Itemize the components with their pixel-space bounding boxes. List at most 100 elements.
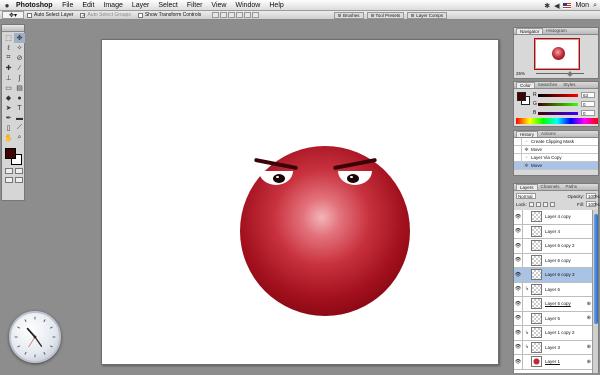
align-top-icon[interactable] [212,12,220,18]
type-tool-icon[interactable]: T [14,103,25,113]
layers-scrollbar[interactable] [592,210,598,373]
eye-icon[interactable]: 👁 [514,268,523,282]
layer-name[interactable]: Layer 3 [545,345,560,350]
blue-slider[interactable] [538,111,578,115]
dodge-tool-icon[interactable]: ● [14,93,25,103]
eye-icon[interactable]: 👁 [514,355,523,369]
align-bottom-icon[interactable] [228,12,236,18]
standard-mode-icon[interactable] [5,168,13,174]
layer-name[interactable]: Layer 4 [545,229,560,234]
menu-help[interactable]: Help [265,2,288,9]
tab-actions[interactable]: Actions [538,131,559,137]
volume-icon[interactable]: ◀ [554,2,559,10]
well-tab-layer-comps[interactable]: Layer Comps [407,12,448,19]
lock-transparent-icon[interactable] [528,201,534,207]
tab-channels[interactable]: Channels [538,184,563,190]
layer-row[interactable]: 👁 Layer 1 ⊛ [514,355,594,370]
lock-all-icon[interactable] [549,201,555,207]
history-item[interactable]: ▫ Create Clipping Mask [514,137,598,146]
menu-layer[interactable]: Layer [127,2,154,9]
layer-thumbnail[interactable] [531,254,542,266]
eraser-tool-icon[interactable]: ▭ [3,83,14,93]
tab-paths[interactable]: Paths [563,184,581,190]
history-brush-slot[interactable] [514,137,522,146]
auto-select-groups-option[interactable]: Auto Select Groups [80,12,131,18]
green-slider[interactable] [538,102,578,106]
marquee-tool-icon[interactable]: ⬚ [3,33,14,43]
history-item-selected[interactable]: ✥ Move [514,161,598,170]
layer-row[interactable]: 👁 Layer 4 [514,224,594,239]
apple-icon[interactable]: ● [0,1,14,10]
eye-icon[interactable]: 👁 [514,282,523,296]
green-value-field[interactable]: 0 [581,101,595,107]
history-item[interactable]: ✥ Move [514,145,598,154]
pen-tool-icon[interactable]: ✒ [3,113,14,123]
layer-thumbnail[interactable] [531,240,542,252]
menu-app-name[interactable]: Photoshop [14,2,58,9]
eye-icon[interactable]: 👁 [514,253,523,267]
red-slider[interactable] [538,93,578,97]
notes-tool-icon[interactable]: ▯ [3,123,14,133]
auto-select-groups-checkbox[interactable] [80,12,86,18]
color-spectrum-bar[interactable] [516,118,598,124]
blue-value-field[interactable]: 0 [581,110,595,116]
layer-thumbnail[interactable] [531,269,542,281]
tab-swatches[interactable]: Swatches [535,82,561,88]
layer-effects-icon[interactable]: ⊛ [587,359,591,365]
align-middle-icon[interactable] [220,12,228,18]
navigator-zoom-value[interactable]: 25% [516,71,525,76]
layer-name[interactable]: Layer 6 [545,287,560,292]
layer-thumbnail[interactable] [531,211,542,223]
layer-effects-icon[interactable]: ⊛ [587,301,591,307]
layer-row[interactable]: 👁 ↳ Layer 1 copy 2 [514,326,594,341]
screen-mode-standard-icon[interactable] [5,177,13,183]
red-value-field[interactable]: 63 [581,92,595,98]
spotlight-icon[interactable]: ⌕ [593,2,597,10]
lock-image-icon[interactable] [535,201,541,207]
layer-row[interactable]: 👁 Layer 6 copy 3 [514,268,594,283]
zoom-tool-icon[interactable]: ⌕ [14,133,25,143]
magic-wand-tool-icon[interactable]: ✧ [14,43,25,53]
slice-tool-icon[interactable]: ⊘ [14,53,25,63]
layer-thumbnail[interactable] [531,298,542,310]
tab-layers[interactable]: Layers [516,184,538,190]
layer-thumbnail[interactable] [531,341,542,353]
layer-effects-icon[interactable]: ⊛ [587,315,591,321]
layer-name[interactable]: Layer 6 copy 2 [545,243,575,248]
eye-icon[interactable]: 👁 [514,224,523,238]
move-tool-icon[interactable]: ✥ [14,33,25,43]
layer-thumbnail[interactable] [531,283,542,295]
eye-icon[interactable]: 👁 [514,340,523,354]
eye-icon[interactable]: 👁 [514,210,523,224]
eye-icon[interactable]: 👁 [514,311,523,325]
layer-row[interactable]: 👁 ↳ Layer 6 [514,282,594,297]
menu-edit[interactable]: Edit [78,2,99,9]
layer-name[interactable]: Layer 1 [545,359,560,364]
menu-image[interactable]: Image [99,2,127,9]
eye-icon[interactable]: 👁 [514,326,523,340]
shape-tool-icon[interactable]: ▬ [14,113,25,123]
layer-row[interactable]: 👁 Layer 6 copy 2 [514,239,594,254]
align-center-icon[interactable] [244,12,252,18]
history-brush-tool-icon[interactable]: ∫ [14,73,25,83]
well-tab-tool-presets[interactable]: Tool Presets [366,12,405,19]
layer-row[interactable]: 👁 Layer 5 copy ⊛ [514,297,594,312]
tab-history[interactable]: History [516,131,539,137]
eye-icon[interactable]: 👁 [514,239,523,253]
layer-thumbnail[interactable] [531,356,542,368]
tab-styles[interactable]: Styles [560,82,578,88]
align-left-icon[interactable] [236,12,244,18]
layers-scroll-thumb[interactable] [594,214,598,324]
menu-select[interactable]: Select [154,2,182,9]
eye-icon[interactable]: 👁 [514,297,523,311]
layer-thumbnail[interactable] [531,225,542,237]
tab-histogram[interactable]: Histogram [543,28,570,34]
history-brush-slot[interactable] [514,161,522,170]
layer-name[interactable]: Layer 1 copy 2 [545,330,575,335]
auto-select-layer-option[interactable]: Auto Select Layer [27,12,73,18]
menu-filter[interactable]: Filter [182,2,207,9]
path-selection-tool-icon[interactable]: ➤ [3,103,14,113]
layer-name[interactable]: Layer 5 [545,316,560,321]
show-transform-controls-option[interactable]: Show Transform Controls [137,12,201,18]
fill-field[interactable]: 100% [586,201,600,207]
